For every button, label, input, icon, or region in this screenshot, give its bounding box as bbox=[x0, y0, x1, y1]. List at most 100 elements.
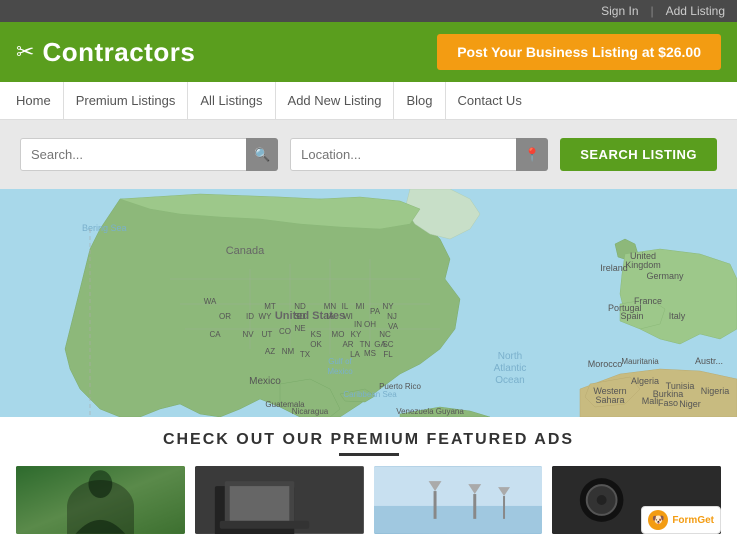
svg-text:TN: TN bbox=[360, 340, 371, 349]
svg-text:ID: ID bbox=[246, 312, 254, 321]
svg-text:Kingdom: Kingdom bbox=[625, 260, 661, 270]
map-svg: North Atlantic Ocean North Pacific Ocean… bbox=[0, 189, 737, 417]
svg-text:Guatemala: Guatemala bbox=[265, 400, 305, 409]
svg-text:CO: CO bbox=[279, 327, 291, 336]
add-listing-link[interactable]: Add Listing bbox=[666, 4, 725, 18]
svg-text:Mauritania: Mauritania bbox=[621, 357, 659, 366]
svg-text:Venezuela Guyana: Venezuela Guyana bbox=[396, 407, 464, 416]
svg-text:WI: WI bbox=[343, 312, 353, 321]
formget-badge: 🐶 FormGet bbox=[641, 506, 721, 534]
svg-text:Mexico: Mexico bbox=[327, 367, 353, 376]
svg-text:NC: NC bbox=[379, 330, 391, 339]
svg-text:IA: IA bbox=[326, 312, 334, 321]
svg-text:Italy: Italy bbox=[669, 311, 686, 321]
svg-text:United States: United States bbox=[275, 310, 345, 322]
svg-text:MT: MT bbox=[264, 302, 276, 311]
topbar-divider: | bbox=[651, 4, 654, 18]
svg-text:Bering Sea: Bering Sea bbox=[82, 223, 127, 233]
location-input[interactable] bbox=[290, 138, 548, 171]
svg-text:Algeria: Algeria bbox=[631, 376, 659, 386]
svg-text:SC: SC bbox=[382, 340, 393, 349]
logo-icon: ✂ bbox=[16, 39, 34, 65]
svg-text:WY: WY bbox=[259, 312, 273, 321]
featured-cards-container: 🐶 FormGet bbox=[16, 466, 721, 534]
svg-text:MS: MS bbox=[364, 349, 376, 358]
formget-label: FormGet bbox=[672, 515, 714, 526]
svg-text:ND: ND bbox=[294, 302, 306, 311]
svg-text:Gulf of: Gulf of bbox=[328, 357, 352, 366]
svg-text:NV: NV bbox=[242, 330, 254, 339]
featured-card-1[interactable] bbox=[16, 466, 185, 534]
nav-add-new-listing[interactable]: Add New Listing bbox=[276, 82, 395, 120]
svg-text:MO: MO bbox=[332, 330, 345, 339]
signin-link[interactable]: Sign In bbox=[601, 4, 638, 18]
featured-cards: 🐶 FormGet bbox=[16, 466, 721, 534]
nav-home[interactable]: Home bbox=[16, 82, 64, 120]
location-input-wrap: 📍 bbox=[290, 138, 548, 171]
featured-divider bbox=[339, 453, 399, 456]
svg-text:Canada: Canada bbox=[226, 245, 265, 257]
featured-card-3[interactable] bbox=[374, 466, 543, 534]
svg-text:UT: UT bbox=[262, 330, 273, 339]
header: ✂ Contractors Post Your Business Listing… bbox=[0, 22, 737, 82]
svg-text:AZ: AZ bbox=[265, 347, 275, 356]
map-section: North Atlantic Ocean North Pacific Ocean… bbox=[0, 189, 737, 417]
top-bar: Sign In | Add Listing bbox=[0, 0, 737, 22]
search-section: 🔍 📍 SEARCH LISTING bbox=[0, 120, 737, 189]
svg-text:Austr...: Austr... bbox=[695, 356, 723, 366]
keyword-input-wrap: 🔍 bbox=[20, 138, 278, 171]
svg-text:VA: VA bbox=[388, 322, 399, 331]
svg-text:MI: MI bbox=[356, 302, 365, 311]
post-business-button[interactable]: Post Your Business Listing at $26.00 bbox=[437, 34, 721, 70]
svg-text:OK: OK bbox=[310, 340, 322, 349]
svg-text:Niger: Niger bbox=[679, 399, 701, 409]
search-icon-button[interactable]: 🔍 bbox=[246, 138, 278, 171]
svg-text:Germany: Germany bbox=[646, 271, 684, 281]
main-nav: Home Premium Listings All Listings Add N… bbox=[0, 82, 737, 120]
svg-text:Atlantic: Atlantic bbox=[494, 363, 527, 374]
svg-text:KY: KY bbox=[351, 330, 362, 339]
svg-text:LA: LA bbox=[350, 350, 360, 359]
svg-text:Nigeria: Nigeria bbox=[701, 386, 730, 396]
svg-text:Portugal: Portugal bbox=[608, 303, 642, 313]
nav-blog[interactable]: Blog bbox=[394, 82, 445, 120]
svg-text:NE: NE bbox=[294, 324, 305, 333]
svg-text:AR: AR bbox=[342, 340, 353, 349]
svg-text:NY: NY bbox=[382, 302, 394, 311]
featured-card-2[interactable] bbox=[195, 466, 364, 534]
svg-text:NJ: NJ bbox=[387, 312, 397, 321]
svg-text:NM: NM bbox=[282, 347, 295, 356]
svg-text:Ocean: Ocean bbox=[495, 375, 524, 386]
svg-text:PA: PA bbox=[370, 307, 381, 316]
svg-text:Faso: Faso bbox=[658, 398, 678, 408]
formget-icon: 🐶 bbox=[648, 510, 668, 530]
svg-text:SD: SD bbox=[294, 312, 305, 321]
logo: ✂ Contractors bbox=[16, 37, 195, 68]
nav-contact-us[interactable]: Contact Us bbox=[446, 82, 534, 120]
svg-text:Ireland: Ireland bbox=[600, 263, 628, 273]
svg-text:Caribbean Sea: Caribbean Sea bbox=[343, 390, 397, 399]
svg-text:Mexico: Mexico bbox=[249, 376, 281, 387]
svg-text:FL: FL bbox=[383, 350, 393, 359]
svg-text:CA: CA bbox=[209, 330, 221, 339]
svg-text:WA: WA bbox=[204, 297, 217, 306]
nav-all-listings[interactable]: All Listings bbox=[188, 82, 275, 120]
svg-text:OH: OH bbox=[364, 320, 376, 329]
svg-text:IN: IN bbox=[354, 320, 362, 329]
svg-text:MN: MN bbox=[324, 302, 337, 311]
location-icon-button[interactable]: 📍 bbox=[516, 138, 548, 171]
svg-text:KS: KS bbox=[311, 330, 322, 339]
featured-section: CHECK OUT OUR PREMIUM FEATURED ADS bbox=[0, 417, 737, 544]
search-button[interactable]: SEARCH LISTING bbox=[560, 138, 717, 171]
svg-text:Sahara: Sahara bbox=[595, 395, 624, 405]
svg-text:IL: IL bbox=[342, 302, 349, 311]
svg-text:Morocco: Morocco bbox=[588, 359, 623, 369]
svg-text:OR: OR bbox=[219, 312, 231, 321]
featured-card-4[interactable]: 🐶 FormGet bbox=[552, 466, 721, 534]
logo-text: Contractors bbox=[42, 37, 195, 68]
nav-premium-listings[interactable]: Premium Listings bbox=[64, 82, 189, 120]
featured-title: CHECK OUT OUR PREMIUM FEATURED ADS bbox=[16, 431, 721, 449]
svg-text:Puerto Rico: Puerto Rico bbox=[379, 382, 421, 391]
svg-text:TX: TX bbox=[300, 350, 311, 359]
search-input[interactable] bbox=[20, 138, 278, 171]
